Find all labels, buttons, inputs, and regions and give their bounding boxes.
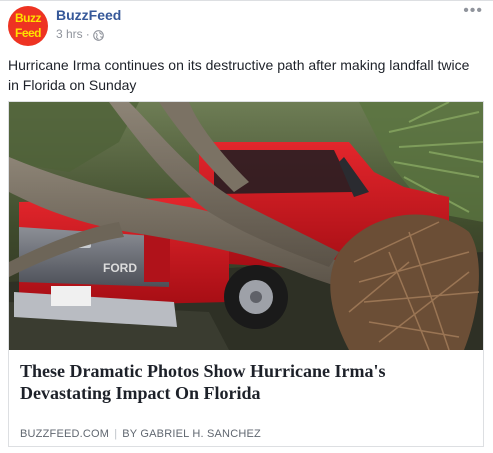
link-byline: BY GABRIEL H. SANCHEZ xyxy=(122,428,261,440)
page-name-link[interactable]: BuzzFeed xyxy=(56,6,121,24)
feed-post: Buzz Feed BuzzFeed 3 hrs · ••• Hurricane… xyxy=(0,0,493,453)
globe-icon[interactable] xyxy=(92,29,104,41)
link-preview-card[interactable]: FORD These Dramatic Photos Show Hurrican… xyxy=(8,101,484,447)
post-message: Hurricane Irma continues on its destruct… xyxy=(8,57,470,93)
timestamp-link[interactable]: 3 hrs xyxy=(56,26,83,42)
link-preview-photo[interactable]: FORD xyxy=(9,102,483,350)
hurricane-damage-photo: FORD xyxy=(9,102,483,350)
avatar-text-line1: Buzz xyxy=(15,11,42,25)
link-domain: BUZZFEED.COM xyxy=(20,428,110,440)
link-title[interactable]: These Dramatic Photos Show Hurricane Irm… xyxy=(20,360,470,404)
post-header: Buzz Feed BuzzFeed 3 hrs · ••• xyxy=(8,2,485,46)
meta-separator: · xyxy=(85,27,90,41)
avatar-text-line2: Feed xyxy=(14,26,42,40)
avatar[interactable]: Buzz Feed xyxy=(8,6,48,46)
truck-badge: FORD xyxy=(103,261,137,275)
source-separator: | xyxy=(114,428,118,440)
avatar-logo-text: Buzz Feed xyxy=(8,12,48,39)
link-source: BUZZFEED.COM | BY GABRIEL H. SANCHEZ xyxy=(20,427,261,441)
post-meta: 3 hrs · xyxy=(56,26,104,42)
more-options-icon[interactable]: ••• xyxy=(463,2,483,20)
